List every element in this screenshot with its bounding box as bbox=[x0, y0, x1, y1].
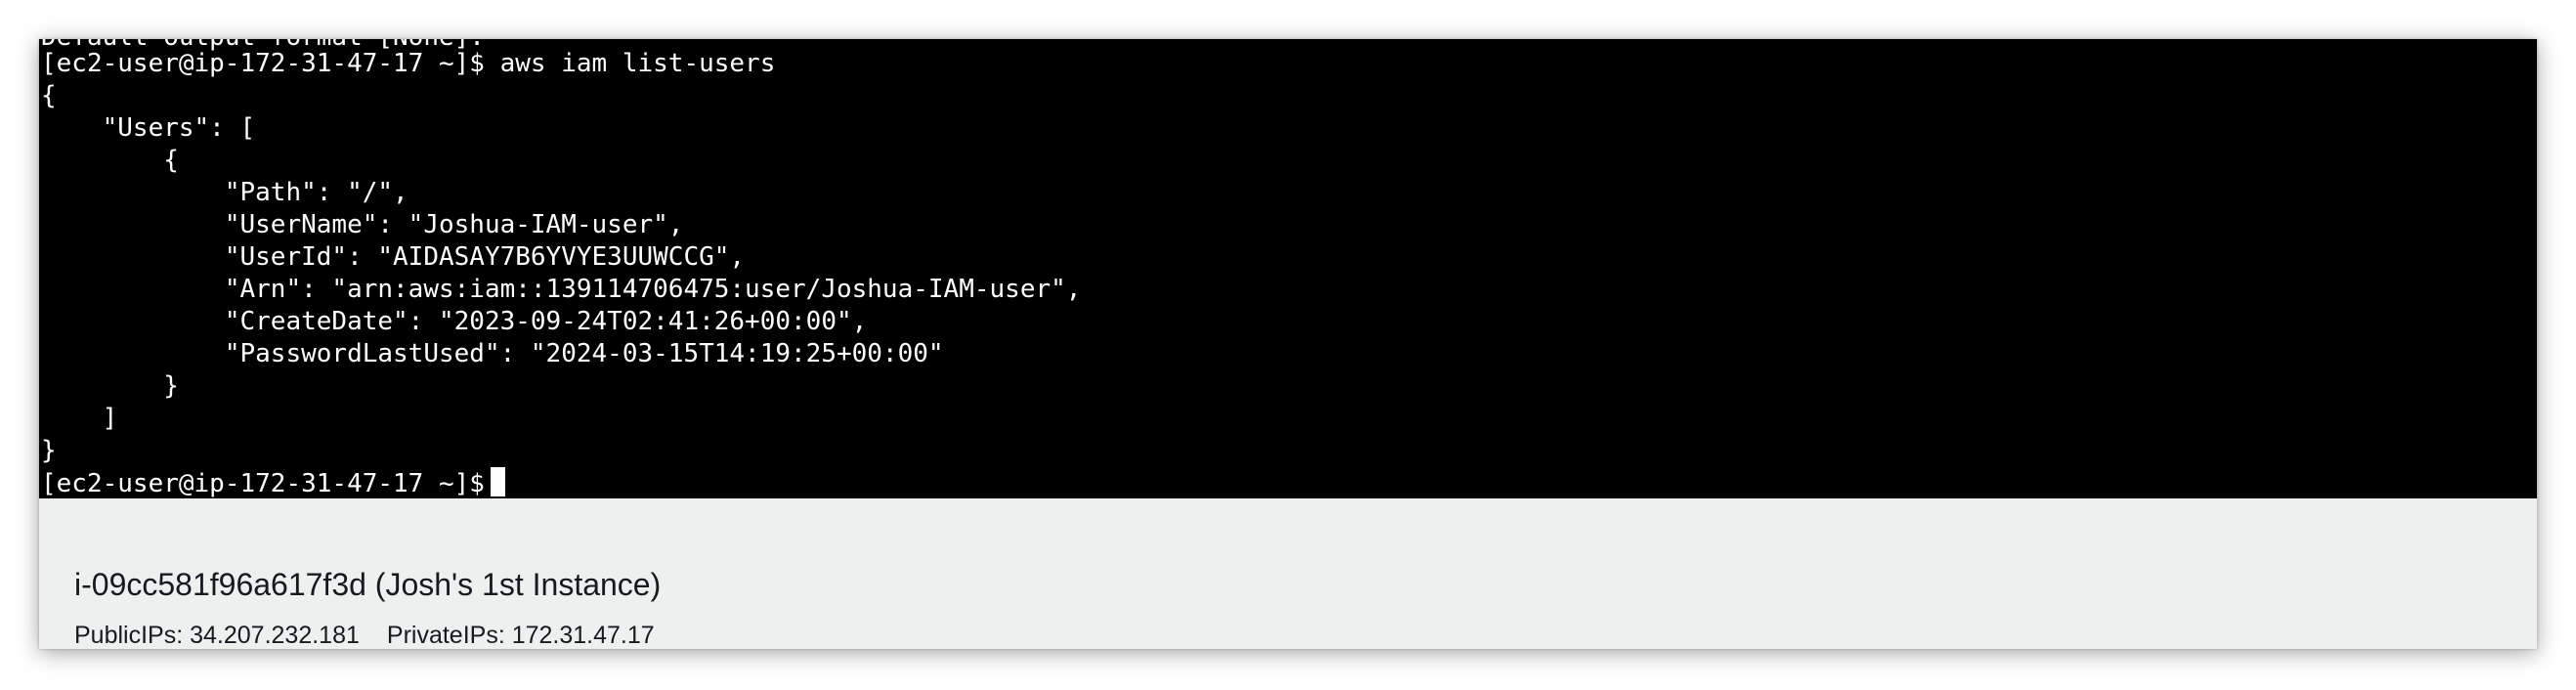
terminal[interactable]: Default output format [None]: [ec2-user@… bbox=[39, 39, 2537, 498]
terminal-line: ] bbox=[41, 404, 118, 433]
instance-ips: PublicIPs: 34.207.232.181 PrivateIPs: 172… bbox=[74, 622, 655, 649]
ec2-instance-connect-window: Default output format [None]: [ec2-user@… bbox=[39, 39, 2537, 649]
instance-title: i-09cc581f96a617f3d (Josh's 1st Instance… bbox=[74, 567, 662, 602]
instance-info-panel: i-09cc581f96a617f3d (Josh's 1st Instance… bbox=[39, 498, 2537, 649]
terminal-line: { bbox=[41, 81, 57, 110]
terminal-line: } bbox=[41, 371, 179, 401]
terminal-cursor[interactable] bbox=[490, 467, 505, 496]
terminal-line: } bbox=[41, 436, 57, 465]
terminal-line: { bbox=[41, 146, 179, 175]
terminal-line: "Path": "/", bbox=[41, 178, 408, 207]
terminal-line: "UserName": "Joshua-IAM-user", bbox=[41, 210, 684, 239]
public-ips: PublicIPs: 34.207.232.181 bbox=[74, 622, 360, 649]
terminal-line: "CreateDate": "2023-09-24T02:41:26+00:00… bbox=[41, 307, 868, 336]
terminal-line: "Arn": "arn:aws:iam::139114706475:user/J… bbox=[41, 275, 1082, 304]
terminal-line: "UserId": "AIDASAY7B6YVYE3UUWCCG", bbox=[41, 242, 746, 272]
terminal-prompt: [ec2-user@ip-172-31-47-17 ~]$ bbox=[41, 469, 485, 498]
terminal-line: [ec2-user@ip-172-31-47-17 ~]$ aws iam li… bbox=[41, 49, 776, 78]
terminal-output: [ec2-user@ip-172-31-47-17 ~]$ aws iam li… bbox=[41, 48, 1081, 498]
terminal-line: "Users": [ bbox=[41, 113, 256, 143]
private-ips: PrivateIPs: 172.31.47.17 bbox=[386, 622, 655, 649]
terminal-line: "PasswordLastUsed": "2024-03-15T14:19:25… bbox=[41, 339, 944, 368]
